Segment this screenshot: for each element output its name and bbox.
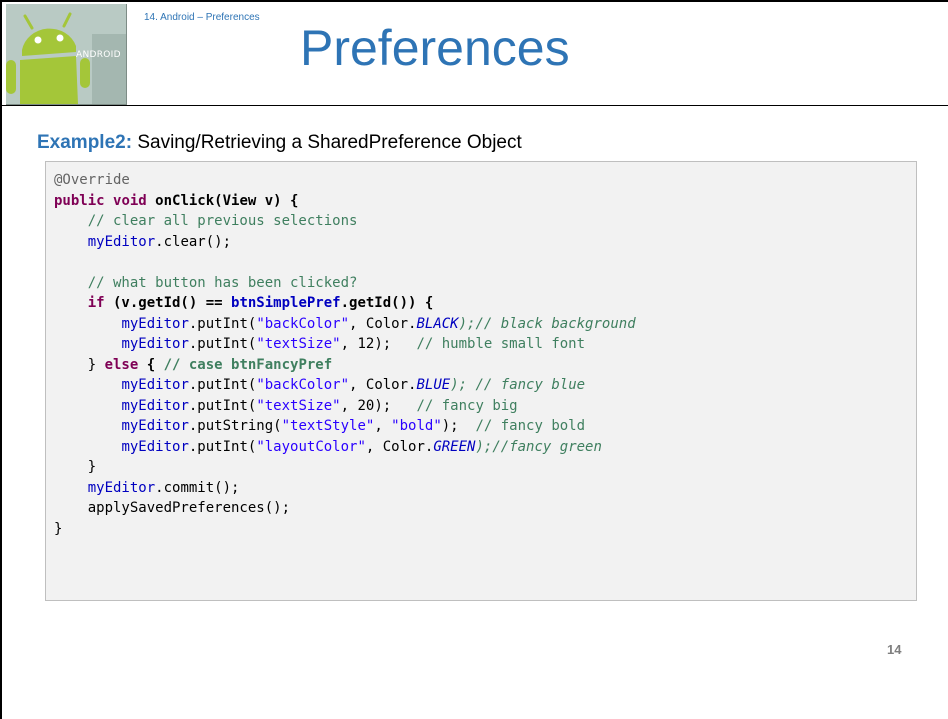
code-keyword: if [87,295,105,311]
code-method-signature: onClick(View v) { [146,192,299,209]
code-keyword: void [113,192,147,209]
code-text: .putString( [188,418,282,434]
code-comment: // fancy blue [475,377,586,393]
code-comment: // humble small font [416,336,586,352]
code-text: .commit(); [155,479,240,496]
code-text: .getId()) { [340,295,434,311]
code-text: { [138,356,164,373]
page-title: Preferences [300,20,570,76]
code-keyword: public [54,192,105,209]
slide-subtitle: Example2: Saving/Retrieving a SharedPref… [37,132,522,154]
code-text: , 12); [340,336,417,352]
code-text: ); [450,377,476,393]
code-text: .clear(); [155,233,232,250]
code-field: btnSimplePref [231,295,341,311]
code-field: myEditor [121,397,189,414]
subtitle-label: Example2: [37,132,133,153]
code-string: "textSize" [256,397,341,414]
code-text: .putInt( [188,336,257,352]
code-text: (v.getId() == [104,295,232,311]
code-text: , 20); [340,397,417,414]
header-divider [2,105,948,106]
code-string: "textSize" [256,336,341,352]
code-comment: // case btnFancyPref [163,356,333,373]
page-number: 14 [887,642,902,657]
code-constant: GREEN [433,438,476,455]
code-text: .putInt( [188,438,257,455]
code-comment: // black background [475,315,636,332]
logo-text: ANDROID [76,50,121,60]
code-comment: //fancy green [492,438,602,455]
code-field: myEditor [121,418,189,434]
code-field: myEditor [121,377,189,393]
code-field: myEditor [87,233,156,250]
subtitle-text: Saving/Retrieving a SharedPreference Obj… [132,132,522,153]
code-text: .putInt( [188,377,257,393]
code-comment: // fancy big [416,397,518,414]
code-comment: // clear all previous selections [87,213,358,229]
code-text: } [87,356,105,373]
code-string: "layoutColor" [256,438,366,455]
code-string: "textStyle" [281,418,375,434]
code-constant: BLUE [416,377,451,393]
code-field: myEditor [121,315,189,332]
code-field: myEditor [121,438,189,455]
breadcrumb: 14. Android – Preferences [144,12,260,23]
slide: ANDROID 14. Android – Preferences Prefer… [0,0,948,719]
code-text: , Color. [349,315,417,332]
code-block: @Override public void onClick(View v) { … [45,161,917,601]
code-text: , Color. [349,377,417,393]
code-constant: BLACK [416,315,459,332]
slide-header: ANDROID 14. Android – Preferences Prefer… [2,2,948,106]
code-string: "backColor" [256,315,350,332]
code-text: ); [458,315,476,332]
code-field: myEditor [87,479,156,496]
code-text: ); [475,438,493,455]
code-string: "bold" [391,418,442,434]
code-keyword: else [104,356,139,373]
code-field: myEditor [121,336,189,352]
code-comment: // what button has been clicked? [87,274,358,291]
code-text: , Color. [365,438,434,455]
code-comment: // fancy bold [475,418,586,434]
code-text: .putInt( [188,397,257,414]
android-logo: ANDROID [6,4,127,105]
code-text: ); [441,418,476,434]
code-line-1: @Override [54,172,130,188]
code-text: } [54,520,63,537]
code-string: "backColor" [256,377,350,393]
code-text: , [374,418,392,434]
code-text: .putInt( [188,315,257,332]
code-text: applySavedPreferences(); [87,500,291,516]
code-text: } [87,459,97,475]
code-listing: @Override public void onClick(View v) { … [54,170,636,539]
